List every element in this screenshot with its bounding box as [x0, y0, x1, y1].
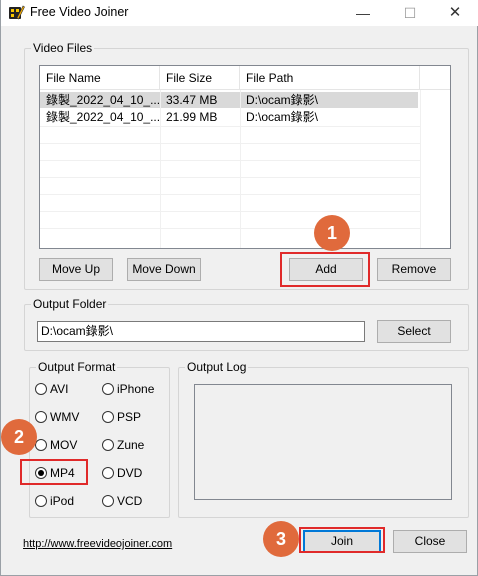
- table-row[interactable]: 錄製_2022_04_10_... 33.47 MB D:\ocam錄影\: [40, 92, 418, 108]
- table-row[interactable]: 錄製_2022_04_10_... 21.99 MB D:\ocam錄影\: [40, 109, 418, 125]
- grid-line: [40, 177, 420, 178]
- select-folder-button[interactable]: Select: [377, 320, 451, 343]
- file-name-cell: 錄製_2022_04_10_...: [46, 93, 160, 107]
- add-highlight-box: [280, 252, 370, 287]
- window-title: Free Video Joiner: [30, 5, 129, 19]
- radio-psp-circle[interactable]: [102, 411, 114, 423]
- file-size-cell: 33.47 MB: [166, 93, 218, 107]
- radio-avi-label: AVI: [50, 382, 69, 396]
- grid-line: [160, 90, 161, 248]
- column-file-path[interactable]: File Path: [240, 66, 420, 90]
- grid-line: [40, 160, 420, 161]
- video-files-label: Video Files: [31, 41, 95, 55]
- title-bar: Free Video Joiner — ☐ ✕: [1, 0, 478, 26]
- output-folder-label: Output Folder: [31, 297, 109, 311]
- radio-mov-circle[interactable]: [35, 439, 47, 451]
- grid-line: [40, 126, 420, 127]
- radio-dvd-label: DVD: [117, 466, 143, 480]
- step-3-marker: 3: [263, 521, 299, 557]
- minimize-button[interactable]: —: [340, 0, 386, 26]
- list-header: File Name File Size File Path: [40, 66, 450, 90]
- join-highlight-box: [299, 527, 385, 553]
- grid-line: [40, 228, 420, 229]
- radio-ipod-circle[interactable]: [35, 495, 47, 507]
- close-button[interactable]: Close: [393, 530, 467, 553]
- file-path-cell: D:\ocam錄影\: [246, 110, 319, 124]
- column-file-size[interactable]: File Size: [160, 66, 240, 90]
- website-link[interactable]: http://www.freevideojoiner.com: [23, 538, 172, 550]
- radio-wmv-circle[interactable]: [35, 411, 47, 423]
- radio-vcd-circle[interactable]: [102, 495, 114, 507]
- step-1-marker: 1: [314, 215, 350, 251]
- radio-ipod-label: iPod: [50, 494, 75, 508]
- radio-avi-circle[interactable]: [35, 383, 47, 395]
- radio-iphone-circle[interactable]: [102, 383, 114, 395]
- radio-psp-label: PSP: [117, 410, 142, 424]
- radio-iphone-label: iPhone: [117, 382, 155, 396]
- output-folder-field[interactable]: D:\ocam錄影\: [37, 321, 365, 342]
- grid-line: [40, 194, 420, 195]
- app-window: Free Video Joiner — ☐ ✕ Video Files File…: [0, 0, 478, 576]
- video-files-list[interactable]: File Name File Size File Path 錄製_2022_04…: [39, 65, 451, 249]
- step-2-marker: 2: [1, 419, 37, 455]
- radio-wmv-label: WMV: [50, 410, 80, 424]
- move-down-button[interactable]: Move Down: [127, 258, 201, 281]
- maximize-button[interactable]: ☐: [387, 0, 433, 26]
- grid-line: [40, 143, 420, 144]
- file-path-cell: D:\ocam錄影\: [246, 93, 319, 107]
- radio-zune-label: Zune: [117, 438, 145, 452]
- file-name-cell: 錄製_2022_04_10_...: [46, 110, 160, 124]
- radio-mov-label: MOV: [50, 438, 78, 452]
- film-pencil-icon: [9, 5, 25, 20]
- radio-dvd-circle[interactable]: [102, 467, 114, 479]
- remove-button[interactable]: Remove: [377, 258, 451, 281]
- radio-vcd-label: VCD: [117, 494, 143, 508]
- move-up-button[interactable]: Move Up: [39, 258, 113, 281]
- output-log-label: Output Log: [185, 360, 249, 374]
- mp4-highlight-box: [20, 459, 88, 485]
- output-log-box[interactable]: [194, 384, 452, 500]
- grid-line: [240, 90, 241, 248]
- close-window-button[interactable]: ✕: [432, 0, 478, 26]
- grid-line: [40, 211, 420, 212]
- output-format-label: Output Format: [36, 360, 118, 374]
- file-size-cell: 21.99 MB: [166, 110, 218, 124]
- column-file-name[interactable]: File Name: [40, 66, 160, 90]
- grid-line: [420, 90, 421, 248]
- radio-zune-circle[interactable]: [102, 439, 114, 451]
